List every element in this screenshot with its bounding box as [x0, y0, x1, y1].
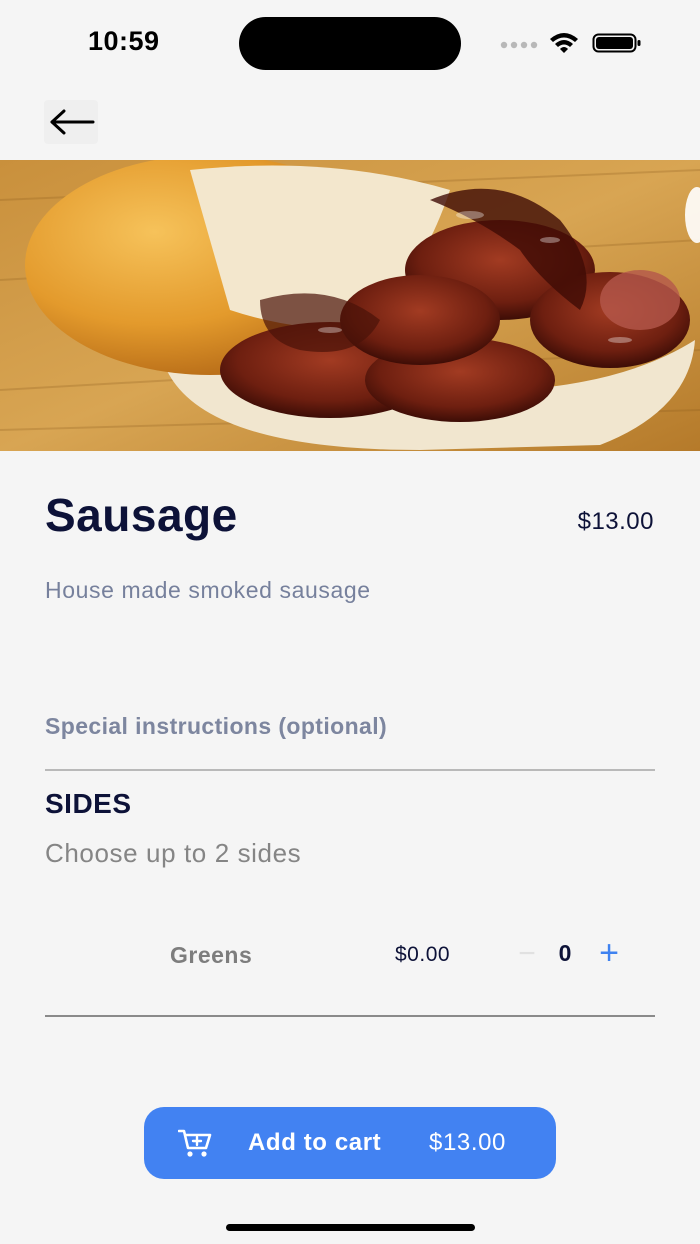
add-to-cart-button[interactable]: Add to cart $13.00: [144, 1107, 556, 1179]
quantity-value: 0: [558, 940, 572, 966]
divider: [45, 769, 655, 771]
home-indicator[interactable]: [226, 1224, 475, 1231]
battery-icon: [592, 33, 641, 53]
cellular-signal-icon: [500, 41, 538, 49]
side-option-name: Greens: [170, 942, 253, 968]
item-detail-screen: 10:59 Sausage $13.00 House made smoked s…: [0, 0, 700, 1244]
add-to-cart-label: Add to cart: [248, 1129, 382, 1156]
item-description: House made smoked sausage: [45, 577, 371, 603]
sausage-sandwich-image: [0, 160, 700, 451]
side-option-price: $0.00: [395, 943, 451, 966]
decrement-button[interactable]: −: [513, 934, 541, 974]
side-option-row: Greens $0.00 − 0 +: [45, 930, 655, 982]
divider: [45, 1015, 655, 1017]
special-instructions-field[interactable]: Special instructions (optional): [45, 713, 387, 740]
status-time: 10:59: [88, 26, 160, 56]
cart-plus-icon: [178, 1129, 212, 1157]
increment-button[interactable]: +: [593, 932, 625, 974]
item-price: $13.00: [577, 508, 654, 535]
sides-section-title: SIDES: [45, 788, 132, 819]
item-photo: [0, 160, 700, 451]
status-bar: 10:59: [0, 0, 700, 86]
add-to-cart-price: $13.00: [429, 1129, 507, 1156]
wifi-icon: [550, 33, 578, 53]
arrow-left-icon: [50, 109, 95, 135]
sides-section-subtitle: Choose up to 2 sides: [45, 838, 302, 868]
item-title: Sausage: [45, 489, 238, 541]
dynamic-island: [239, 17, 461, 70]
back-button[interactable]: [44, 100, 98, 144]
